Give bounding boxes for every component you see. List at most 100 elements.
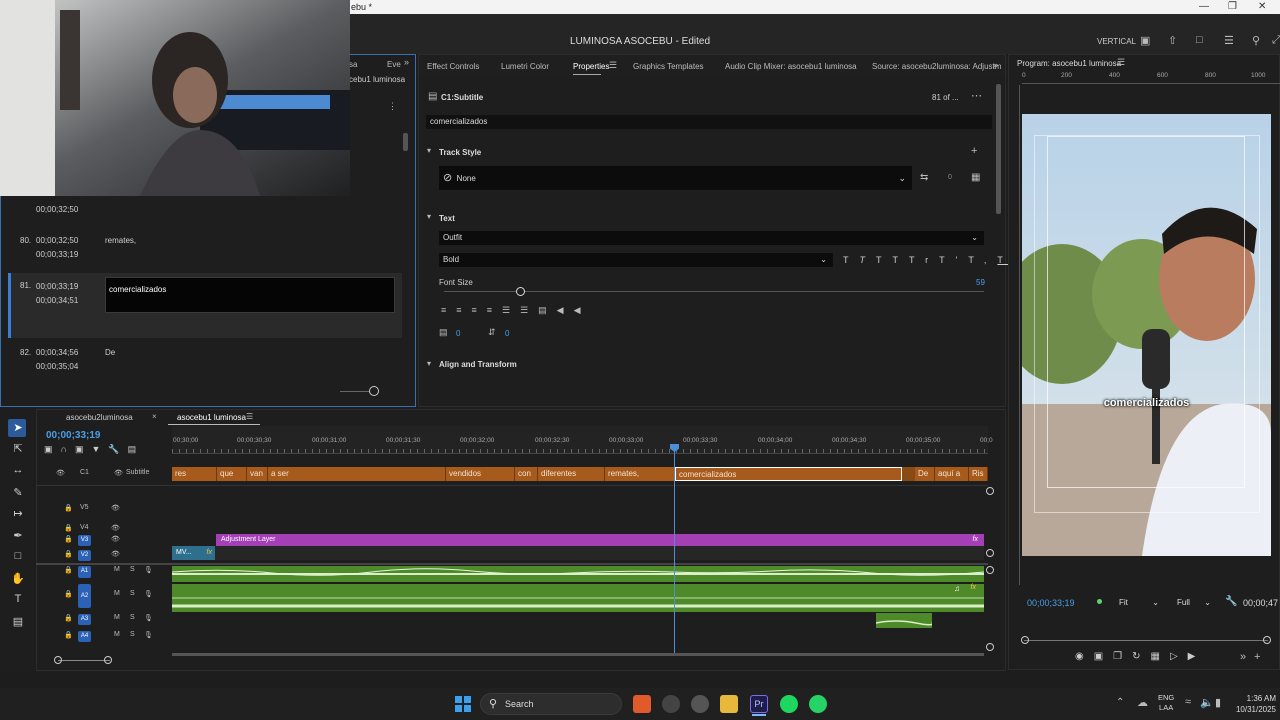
text-style-buttons[interactable]: TTTTTrT'T,T (843, 255, 1014, 265)
caption-tool-icon[interactable]: ▤ (10, 615, 26, 628)
font-size-value[interactable]: 59 (976, 278, 985, 287)
add-style-icon[interactable]: + (971, 145, 977, 157)
subtitle-clip-selected[interactable]: comercializados (675, 467, 902, 481)
slip-icon[interactable]: ↦ (10, 507, 26, 520)
font-size-slider[interactable] (444, 291, 984, 292)
subtitle-clip[interactable]: De (915, 467, 935, 481)
alignment-buttons[interactable]: ≡≡≡≡☰☰▤◀◀ (441, 305, 591, 316)
fit-dropdown[interactable]: Fit ⌄ (1115, 596, 1163, 610)
rectangle-icon[interactable]: □ (10, 550, 26, 562)
timeline-zoom-bar[interactable] (58, 660, 110, 661)
caption-row[interactable]: 82. 00;00;34;56 00;00;35;04 De (8, 346, 402, 376)
timeline-timecode[interactable]: 00;00;33;19 (46, 430, 100, 441)
menu-icon[interactable]: ☰ (1224, 34, 1234, 47)
audio-clip-a3[interactable] (875, 613, 934, 628)
program-scrub-bar[interactable] (1024, 640, 1268, 641)
workspace-label[interactable]: VERTICAL (1097, 37, 1136, 46)
program-timecode[interactable]: 00;00;33;19 (1027, 598, 1075, 608)
audio-clip-a2[interactable]: ♫ fx (172, 584, 984, 612)
more-options-icon[interactable]: ⋯ (971, 89, 982, 102)
program-caption-overlay[interactable]: comercializados (1022, 397, 1271, 409)
zoom-slider-handle[interactable] (369, 386, 379, 396)
scrollbar[interactable] (403, 133, 408, 151)
program-menu-icon[interactable]: ☰ (1117, 57, 1125, 68)
tab-partial[interactable]: sa (349, 60, 357, 69)
subtitle-clip[interactable]: res (172, 467, 217, 481)
timeline-zoom-start[interactable] (54, 656, 62, 664)
font-size-handle[interactable] (516, 287, 525, 296)
zoom-slider[interactable] (340, 391, 370, 392)
ripple-edit-icon[interactable]: ↔ (10, 464, 26, 476)
collapse-icon[interactable]: ▾ (427, 359, 431, 368)
leading-value[interactable]: 0 (505, 329, 509, 338)
caption-text[interactable]: remates, (105, 236, 136, 245)
audio-scroll-bottom[interactable] (986, 643, 994, 651)
subtitle-clip[interactable]: vendidos (446, 467, 515, 481)
sync-style-icon[interactable]: ⇆ (920, 172, 928, 183)
more-tabs-icon[interactable]: » (404, 57, 409, 67)
video-scroll-bottom[interactable] (986, 549, 994, 557)
grid-icon[interactable]: ▦ (971, 172, 980, 183)
caption-edit-field[interactable]: comercializados (105, 277, 395, 313)
quality-dropdown[interactable]: Full ⌄ (1173, 596, 1215, 610)
video-clip-mv[interactable]: MV... fx (172, 546, 215, 560)
timeline-tab-asocebu2[interactable]: asocebu2luminosa (66, 413, 133, 422)
timeline-zoom-end[interactable] (104, 656, 112, 664)
track-select-icon[interactable]: ⇱ (10, 442, 26, 455)
caption-row[interactable]: 80. 00;00;32;50 00;00;33;19 remates, (8, 234, 402, 264)
file-explorer-icon[interactable] (720, 695, 738, 713)
selection-tool-icon[interactable]: ➤ (10, 421, 26, 434)
tab-menu-icon[interactable]: ☰ (609, 60, 617, 71)
timeline-tab-asocebu1[interactable]: asocebu1 luminosa (177, 413, 246, 422)
audio-scroll-top[interactable] (986, 566, 994, 574)
premiere-pro-icon[interactable]: Pr (750, 695, 768, 713)
maximize-icon[interactable]: ❐ (1228, 1, 1237, 12)
tracking-value[interactable]: 0 (456, 329, 460, 338)
timeline-horizontal-scroll[interactable] (172, 653, 984, 656)
tab-lumetri-color[interactable]: Lumetri Color (501, 62, 549, 71)
tab-effect-controls[interactable]: Effect Controls (427, 62, 479, 71)
tab-audio-clip-mixer[interactable]: Audio Clip Mixer: asocebu1 luminosa (725, 62, 857, 71)
timeline-menu-icon[interactable]: ☰ (246, 412, 253, 421)
caption-edit-text[interactable]: comercializados (109, 285, 166, 294)
collapse-icon[interactable]: ▾ (427, 146, 431, 155)
export-icon[interactable]: ⇧ (1168, 34, 1177, 47)
collapse-icon[interactable]: ▾ (427, 212, 431, 221)
razor-icon[interactable]: ✎ (10, 486, 26, 499)
options-icon[interactable]: ⋮ (388, 101, 397, 112)
spotify-icon[interactable] (780, 695, 798, 713)
chatgpt-icon[interactable] (662, 695, 680, 713)
more-controls-icon[interactable]: » (1240, 651, 1246, 663)
audio-clip-a1[interactable] (171, 566, 985, 582)
brave-browser-icon[interactable] (633, 695, 651, 713)
github-icon[interactable] (691, 695, 709, 713)
minimize-icon[interactable]: — (1199, 1, 1209, 12)
tab-graphics-templates[interactable]: Graphics Templates (633, 62, 704, 71)
show-hidden-icons[interactable]: ⌃ (1116, 697, 1124, 708)
fullscreen-icon[interactable]: ⤢ (1272, 34, 1280, 47)
video-scroll-top[interactable] (986, 487, 994, 495)
program-transport-controls[interactable]: ◉▣❐↻▦▷▶ (1075, 651, 1205, 662)
subtitle-clip[interactable]: Ris (969, 467, 988, 481)
subtitle-clip[interactable]: remates, (605, 467, 675, 481)
taskbar-search[interactable]: ⚲ Search (480, 693, 622, 715)
windows-start-icon[interactable] (455, 696, 471, 712)
tab-properties[interactable]: Properties (573, 62, 609, 75)
close-tab-icon[interactable]: × (152, 412, 157, 421)
wifi-icon[interactable]: ≈ (1185, 696, 1191, 708)
pen-icon[interactable]: ✒ (10, 529, 26, 542)
wrench-icon[interactable]: 🔧 (1225, 596, 1237, 607)
subtitle-clip[interactable]: con (515, 467, 538, 481)
subtitle-clip[interactable]: van (247, 467, 268, 481)
cloud-icon[interactable]: ☁ (1137, 696, 1148, 709)
program-scrub-start[interactable] (1021, 636, 1029, 644)
layout-icon[interactable]: ▣ (1140, 34, 1150, 47)
caption-text-field[interactable]: comercializados (426, 115, 992, 129)
volume-icon[interactable]: 🔈 (1200, 696, 1214, 709)
type-tool-icon[interactable]: T (10, 593, 26, 605)
search-icon[interactable]: ⚲ (1252, 34, 1260, 47)
language-indicator[interactable]: ENG LAA (1158, 693, 1174, 713)
timeline-toolbar[interactable]: ▣∩▣▼🔧▤ (44, 444, 144, 455)
font-weight-dropdown[interactable]: Bold ⌄ (439, 253, 833, 267)
add-button-icon[interactable]: + (1254, 651, 1260, 663)
